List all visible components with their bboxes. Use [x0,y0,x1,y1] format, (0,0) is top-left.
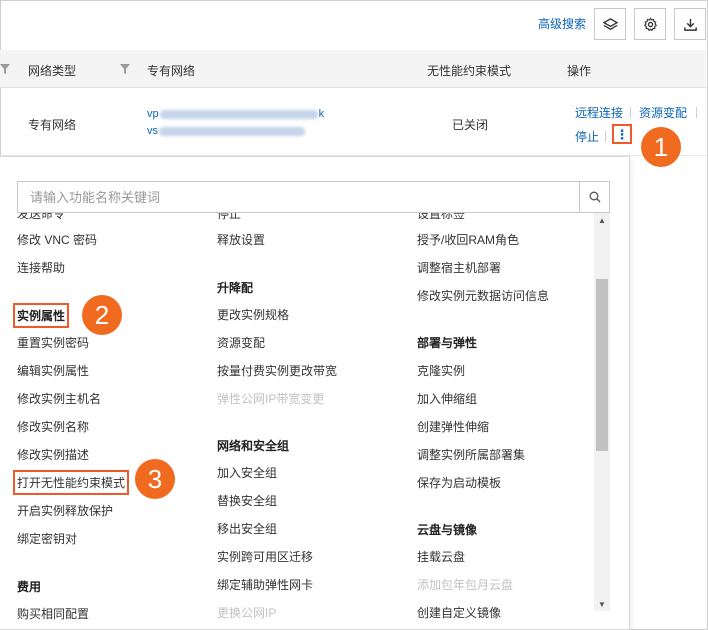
menu-item-bind-secondary-eni[interactable]: 绑定辅助弹性网卡 [217,576,313,593]
menu-item-cross-zone-migrate[interactable]: 实例跨可用区迁移 [217,548,313,565]
menu-item-modify-description[interactable]: 修改实例描述 [17,446,89,463]
vswitch-id-prefix: vs [147,125,158,137]
scroll-up-arrow-icon[interactable]: ▲ [594,213,610,227]
menu-item-save-launch-template[interactable]: 保存为启动模板 [417,474,501,491]
layers-icon [602,17,618,30]
action-separator [630,107,631,118]
remote-connect-link[interactable]: 远程连接 [575,104,623,121]
vpc-id-prefix: vp [147,108,159,120]
menu-item-release-settings[interactable]: 释放设置 [217,231,265,248]
menu-item-metadata-access[interactable]: 修改实例元数据访问信息 [417,287,549,304]
column-header-network-type: 网络类型 [28,64,77,78]
redacted-text [159,109,318,119]
callout-badge-1: 1 [641,127,681,167]
search-icon [589,191,600,203]
menu-item-resource-change[interactable]: 资源变配 [217,334,265,351]
callout-badge-2: 2 [82,295,122,335]
search-button[interactable] [579,181,610,213]
menu-item-modify-hostname[interactable]: 修改实例主机名 [17,390,101,407]
menu-item-enable-unlimited-mode[interactable]: 打开无性能约束模式 [12,470,130,495]
feature-search-input[interactable] [17,181,580,213]
menu-item-adjust-deployment-set[interactable]: 调整实例所属部署集 [417,446,525,463]
filter-icon[interactable] [120,64,130,74]
scrollbar-thumb[interactable] [596,279,608,451]
vswitch-id-link[interactable]: vs [147,125,306,137]
menu-item-add-subscription-disk: 添加包年包月云盘 [417,578,514,592]
menu-item-ram-role[interactable]: 授予/收回RAM角色 [417,231,519,248]
menu-item-create-auto-scaling[interactable]: 创建弹性伸缩 [417,418,489,435]
menu-item-connection-help[interactable]: 连接帮助 [17,259,65,276]
more-vertical-icon: ⋮ [615,126,629,142]
menu-item-replace-security-group[interactable]: 替换安全组 [217,492,277,509]
layers-button[interactable] [594,8,626,40]
menu-item-edit-attributes[interactable]: 编辑实例属性 [17,362,89,379]
menu-item-change-spec[interactable]: 更改实例规格 [217,306,289,323]
table-header: 网络类型 专有网络 无性能约束模式 操作 [0,50,706,88]
menu-item-attach-disk[interactable]: 挂载云盘 [417,548,465,565]
menu-item-create-custom-image[interactable]: 创建自定义镜像 [417,604,501,621]
download-icon [683,18,697,31]
perf-mode-status: 已关闭 [452,118,489,132]
menu-item-stop[interactable]: 停止 [217,213,241,222]
menu-item-send-command[interactable]: 发送命令 [17,213,65,222]
menu-group-instance-attributes: 实例属性 [12,303,70,328]
vpc-id-suffix: k [318,108,325,120]
menu-scroll-area[interactable]: 发送命令 修改 VNC 密码 连接帮助 实例属性 重置实例密码 编辑实例属性 修… [0,213,594,627]
redacted-text [159,126,305,136]
menu-item-adjust-host[interactable]: 调整宿主机部署 [417,259,501,276]
menu-group-billing: 费用 [17,580,42,594]
menu-item-join-scaling-group[interactable]: 加入伸缩组 [417,390,477,407]
menu-item-change-public-ip: 更换公网IP [217,606,277,620]
more-actions-button[interactable]: ⋮ [612,124,632,144]
menu-item-eip-bandwidth: 弹性公网IP带宽变更 [217,392,325,406]
gear-icon [643,16,657,31]
scroll-down-arrow-icon[interactable]: ▼ [594,597,610,611]
stop-link[interactable]: 停止 [575,128,599,145]
menu-item-buy-same-config[interactable]: 购买相同配置 [17,605,89,622]
download-button[interactable] [674,8,706,40]
table-row: 专有网络 vp k vs 已关闭 [0,88,706,156]
menu-group-network-security: 网络和安全组 [217,439,290,453]
menu-item-change-bandwidth[interactable]: 按量付费实例更改带宽 [217,362,337,379]
action-separator [605,131,606,142]
menu-group-scale: 升降配 [217,281,254,295]
advanced-search-link[interactable]: 高级搜索 [538,15,586,32]
action-separator [696,107,697,118]
menu-item-clone-instance[interactable]: 克隆实例 [417,362,465,379]
menu-item-bind-keypair[interactable]: 绑定密钥对 [17,530,77,547]
menu-item-leave-security-group[interactable]: 移出安全组 [217,520,277,537]
column-header-perf-mode: 无性能约束模式 [427,64,512,78]
column-header-actions: 操作 [567,64,592,78]
menu-group-deploy-elastic: 部署与弹性 [417,336,478,350]
menu-group-disk-image: 云盘与镜像 [417,523,478,537]
menu-item-release-protection[interactable]: 开启实例释放保护 [17,502,113,519]
menu-item-modify-name[interactable]: 修改实例名称 [17,418,89,435]
filter-icon[interactable] [0,64,10,74]
callout-badge-3: 3 [135,459,175,499]
menu-item-modify-vnc-password[interactable]: 修改 VNC 密码 [17,231,97,248]
resource-change-link[interactable]: 资源变配 [639,104,687,121]
settings-button[interactable] [634,8,666,40]
menu-item-join-security-group[interactable]: 加入安全组 [217,464,277,481]
vpc-id-link[interactable]: vp k [147,108,324,120]
menu-item-set-tags[interactable]: 设置标签 [417,213,465,222]
column-header-vpc: 专有网络 [147,64,196,78]
menu-item-reset-password[interactable]: 重置实例密码 [17,334,89,351]
network-type-cell: 专有网络 [28,118,77,132]
actions-dropdown-panel: 发送命令 修改 VNC 密码 连接帮助 实例属性 重置实例密码 编辑实例属性 修… [0,156,630,630]
